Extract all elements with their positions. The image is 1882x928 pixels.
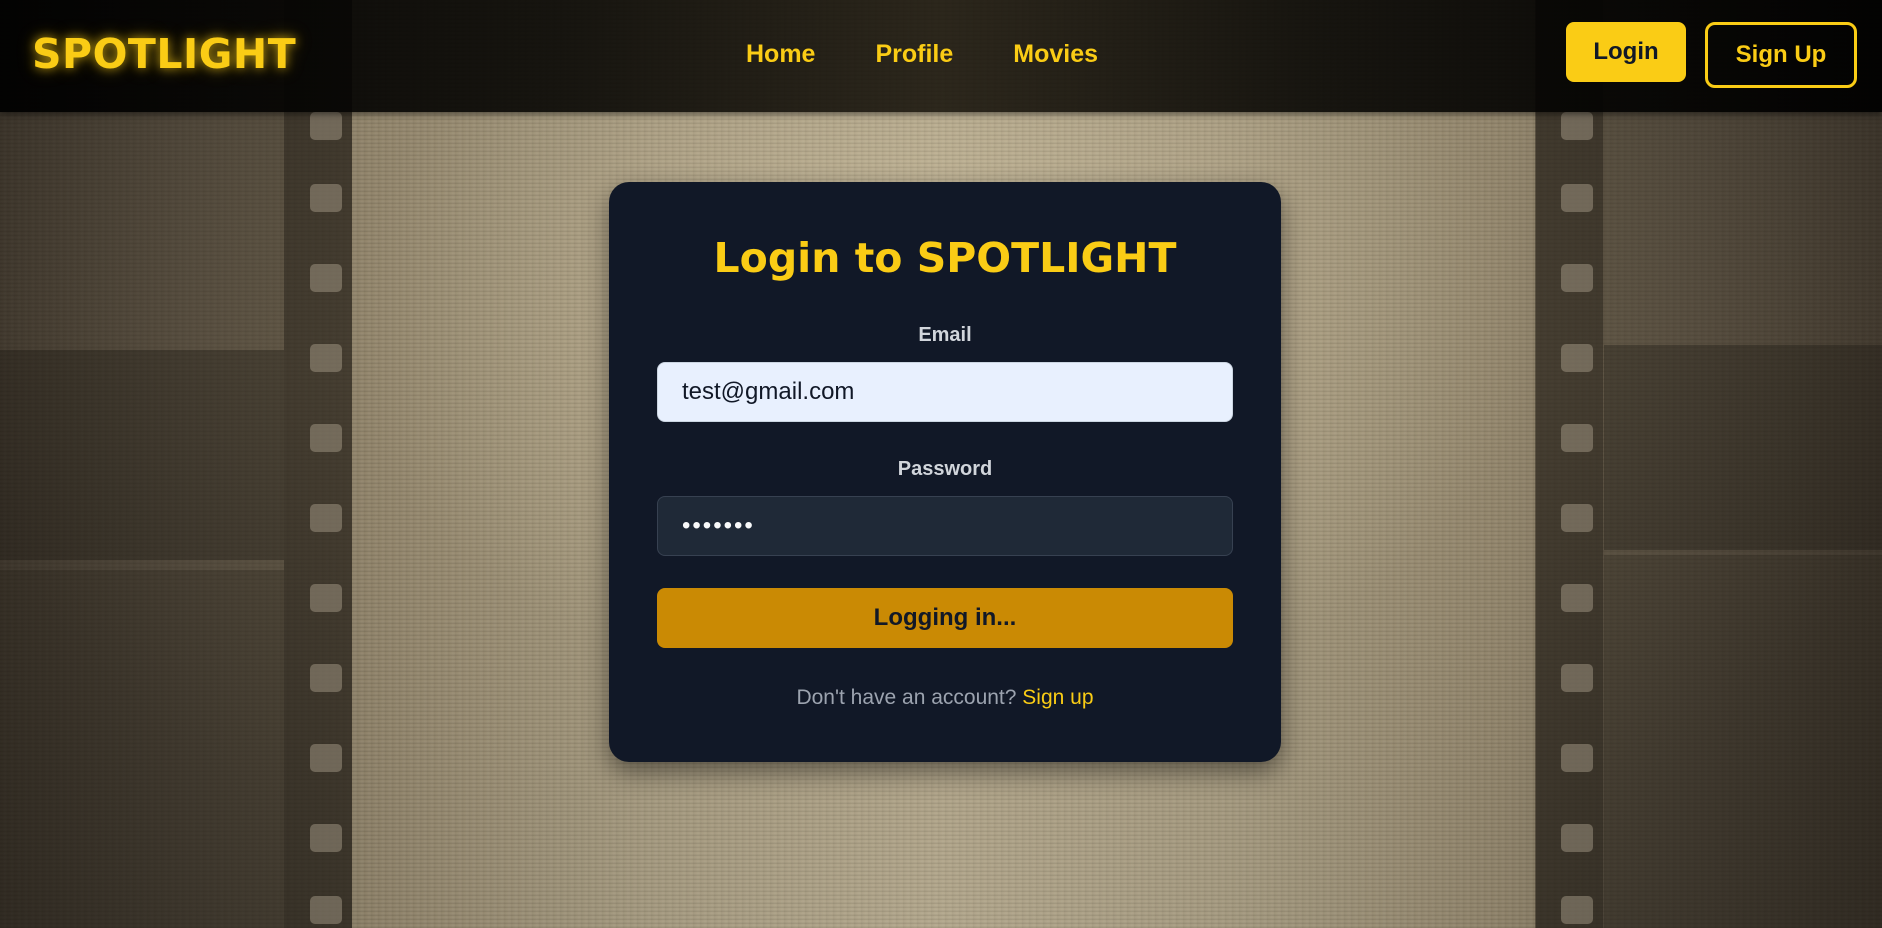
email-field[interactable]	[657, 362, 1233, 422]
top-navbar: SPOTLIGHT Home Profile Movies Login Sign…	[0, 0, 1882, 112]
nav-profile-link[interactable]: Profile	[875, 40, 953, 69]
signup-button[interactable]: Sign Up	[1705, 22, 1857, 88]
nav-home-link[interactable]: Home	[746, 40, 815, 69]
password-label: Password	[897, 458, 993, 480]
login-submit-button[interactable]: Logging in...	[657, 588, 1233, 648]
login-card: Login to SPOTLIGHT Email Password Loggin…	[609, 182, 1281, 762]
nav-movies-link[interactable]: Movies	[1013, 40, 1098, 69]
left-film-strip	[284, 0, 352, 928]
signup-link[interactable]: Sign up	[1022, 686, 1093, 709]
login-title: Login to SPOTLIGHT	[713, 234, 1177, 282]
password-field[interactable]	[657, 496, 1233, 556]
brand-logo[interactable]: SPOTLIGHT	[32, 30, 296, 78]
signup-prompt: Don't have an account? Sign up	[609, 686, 1281, 710]
right-film-strip	[1535, 0, 1603, 928]
login-button[interactable]: Login	[1566, 22, 1686, 82]
email-label: Email	[918, 324, 972, 346]
main-nav: Home Profile Movies	[746, 40, 1098, 69]
signup-prompt-text: Don't have an account?	[796, 686, 1017, 709]
